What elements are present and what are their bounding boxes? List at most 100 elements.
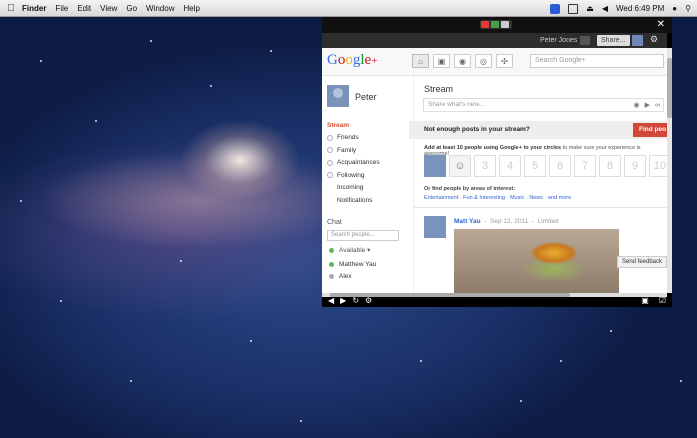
reload-icon[interactable]: ↻ <box>352 296 359 305</box>
interest-link[interactable]: Music <box>510 195 524 201</box>
post-date[interactable]: Sep 12, 2011 <box>490 218 528 225</box>
panel-nav-icons: ◀ ▶ ↻ ⚙ <box>328 296 372 305</box>
menu-clock[interactable]: Wed 6:49 PM <box>616 4 664 13</box>
menu-go[interactable]: Go <box>126 4 137 13</box>
not-enough-posts-banner: Not enough posts in your stream? Find pe… <box>409 121 667 139</box>
nav-stream[interactable]: Stream <box>327 119 380 132</box>
send-feedback-button[interactable]: Send feedback <box>617 256 667 268</box>
extension-icon[interactable] <box>481 21 489 28</box>
share-box-input[interactable]: Share what's new... ◉ ▶ ∞ <box>423 98 664 112</box>
empty-slot: 10 <box>649 155 667 177</box>
vertical-scrollbar[interactable] <box>667 48 672 293</box>
nav-label: Friends <box>337 134 359 142</box>
stream-nav: Stream Friends Family Acquaintances Foll… <box>327 119 380 207</box>
nav-notifications[interactable]: Notifications <box>327 194 380 207</box>
extension-icon[interactable] <box>501 21 509 28</box>
find-people-button[interactable]: Find peo <box>633 123 667 137</box>
volume-icon[interactable]: ◀ <box>602 4 608 13</box>
nav-label: Following <box>337 171 365 179</box>
nav-friends[interactable]: Friends <box>327 132 380 145</box>
online-dot-icon <box>329 262 334 267</box>
post-header: Matt Yau - Sep 12, 2011 - Limited <box>454 218 559 225</box>
notifications-count[interactable] <box>580 36 590 45</box>
scroll-thumb[interactable] <box>667 58 672 118</box>
nav-acquaintances[interactable]: Acquaintances <box>327 157 380 170</box>
google-plus-logo[interactable]: Google+ <box>327 52 377 69</box>
menu-help[interactable]: Help <box>183 4 199 13</box>
menu-finder[interactable]: Finder <box>22 4 46 13</box>
chat-contact[interactable]: Alex <box>329 273 352 280</box>
profile-icon[interactable]: ◉ <box>454 54 471 68</box>
menu-edit[interactable]: Edit <box>77 4 91 13</box>
profile-name[interactable]: Peter <box>355 92 377 102</box>
notice-text: Not enough posts in your stream? <box>424 126 530 133</box>
nav-label: Family <box>337 146 357 154</box>
interest-link[interactable]: and more <box>548 195 571 201</box>
circle-icon <box>327 172 333 179</box>
screen-icon[interactable]: ▣ <box>641 296 649 305</box>
menu-view[interactable]: View <box>100 4 117 13</box>
eject-icon[interactable]: ⏏ <box>586 4 594 13</box>
nav-following[interactable]: Following <box>327 169 380 182</box>
empty-slot: 9 <box>624 155 646 177</box>
stream-title: Stream <box>424 84 454 94</box>
profile-avatar[interactable] <box>327 85 349 107</box>
app-status-icon[interactable] <box>550 3 561 14</box>
interest-link[interactable]: Fun & Interesting <box>463 195 505 201</box>
chat-contact[interactable]: Matthew Yau <box>329 261 376 268</box>
circles-icon[interactable]: ◎ <box>475 54 492 68</box>
chat-status[interactable]: Available ▾ <box>329 246 370 254</box>
back-icon[interactable]: ◀ <box>328 296 334 305</box>
lock-icon[interactable]: ☑ <box>659 296 666 305</box>
games-icon[interactable]: ✣ <box>496 54 513 68</box>
link-icon[interactable]: ∞ <box>655 100 660 112</box>
menu-file[interactable]: File <box>55 4 68 13</box>
suggested-people: ☺ 3 4 5 6 7 8 9 10 <box>424 155 667 177</box>
empty-slot: 4 <box>499 155 521 177</box>
share-button[interactable]: Share... <box>597 35 630 46</box>
interest-link[interactable]: News <box>529 195 543 201</box>
home-icon[interactable]: ⌂ <box>412 54 429 68</box>
gplus-search-input[interactable]: Search Google+ <box>530 54 664 68</box>
share-attach-icons: ◉ ▶ ∞ <box>634 100 661 112</box>
gear-icon[interactable]: ⚙ <box>365 296 372 305</box>
video-icon[interactable]: ▶ <box>645 100 650 112</box>
circle-icon <box>327 147 333 154</box>
empty-slot: 5 <box>524 155 546 177</box>
suggested-person-sketch[interactable]: ☺ <box>449 155 471 177</box>
apple-menu-icon[interactable]:  <box>0 3 22 14</box>
spotlight-search-icon[interactable]: ⚲ <box>685 4 691 13</box>
nav-incoming[interactable]: Incoming <box>327 182 380 195</box>
divider <box>414 207 667 208</box>
camera-icon[interactable]: ◉ <box>634 100 640 112</box>
suggested-person[interactable] <box>424 155 446 177</box>
post-visibility: Limited <box>537 218 559 225</box>
display-icon[interactable] <box>568 3 579 14</box>
user-icon[interactable]: ● <box>672 4 677 13</box>
google-plus-panel: ✕ Peter Jones Share... ⚙ Google+ ⌂ ▣ ◉ ◎… <box>322 17 672 307</box>
menu-window[interactable]: Window <box>146 4 174 13</box>
gplus-header: Google+ ⌂ ▣ ◉ ◎ ✣ Search Google+ <box>322 48 667 76</box>
forward-icon[interactable]: ▶ <box>340 296 346 305</box>
empty-slot: 6 <box>549 155 571 177</box>
interest-link[interactable]: Entertainment <box>424 195 458 201</box>
post-author[interactable]: Matt Yau <box>454 218 481 225</box>
chat-title: Chat <box>327 219 342 226</box>
settings-gear-icon[interactable]: ⚙ <box>650 34 658 45</box>
photos-icon[interactable]: ▣ <box>433 54 450 68</box>
bar-user-name[interactable]: Peter Jones <box>540 37 577 44</box>
post-author-avatar[interactable] <box>424 216 446 238</box>
gplus-nav-icons: ⌂ ▣ ◉ ◎ ✣ <box>412 54 513 68</box>
menu-extras: ⏏ ◀ Wed 6:49 PM ● ⚲ <box>550 0 691 17</box>
menu-bar:  Finder File Edit View Go Window Help ⏏… <box>0 0 697 17</box>
chat-search-input[interactable]: Search people... <box>327 230 399 241</box>
empty-slot: 7 <box>574 155 596 177</box>
nav-family[interactable]: Family <box>327 144 380 157</box>
extension-icon[interactable] <box>491 21 499 28</box>
post-image[interactable] <box>454 229 619 293</box>
bar-avatar[interactable] <box>632 35 643 46</box>
offline-dot-icon <box>329 274 334 279</box>
gplus-content: Google+ ⌂ ▣ ◉ ◎ ✣ Search Google+ Peter S… <box>322 48 667 293</box>
empty-slot: 3 <box>474 155 496 177</box>
panel-close-icon[interactable]: ✕ <box>657 19 665 30</box>
